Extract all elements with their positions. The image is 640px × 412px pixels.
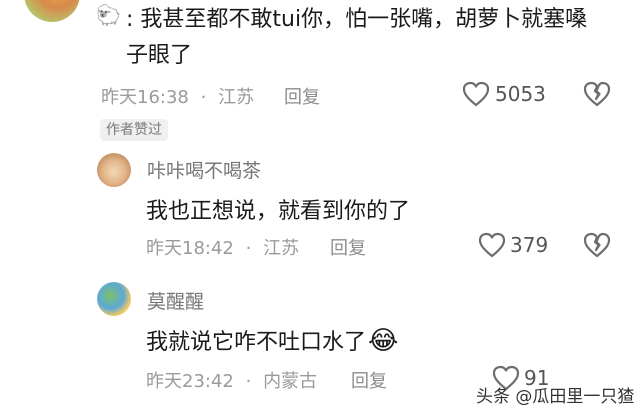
like-button[interactable] — [462, 81, 490, 107]
broken-heart-icon — [583, 81, 611, 107]
comment-location: 江苏 — [218, 87, 255, 108]
like-count: 379 — [510, 233, 549, 257]
comment-time: 昨天16:38 — [101, 87, 189, 108]
comment-meta: 昨天18:42 · 江苏 — [146, 238, 300, 259]
like-button[interactable] — [478, 232, 506, 258]
comment-location: 内蒙古 — [263, 371, 318, 392]
comment-time: 昨天23:42 — [146, 371, 234, 392]
sheep-icon: 🐑 — [96, 3, 121, 27]
heart-icon — [478, 232, 506, 258]
comment-time: 昨天18:42 — [146, 238, 234, 259]
like-count: 5053 — [495, 82, 546, 106]
comment-location: 江苏 — [263, 238, 300, 259]
username[interactable]: 莫醒醒 — [147, 287, 204, 314]
comment-meta: 昨天16:38 · 江苏 — [101, 87, 255, 108]
avatar[interactable] — [24, 0, 80, 22]
reply-button[interactable]: 回复 — [351, 367, 387, 393]
broken-heart-icon — [583, 232, 611, 258]
avatar[interactable] — [97, 153, 131, 187]
dislike-button[interactable] — [583, 232, 611, 258]
dislike-button[interactable] — [583, 81, 611, 107]
reply-button[interactable]: 回复 — [330, 234, 366, 260]
laughing-emoji: 😂 — [368, 326, 399, 356]
comment-text: 我就说它咋不吐口水了😂 — [146, 326, 399, 356]
author-liked-badge: 作者赞过 — [100, 119, 168, 141]
heart-icon — [462, 81, 490, 107]
watermark: 头条 @瓜田里一只猹 — [476, 387, 635, 407]
comment-text: : 我甚至都不敢tui你，怕一张嘴，胡萝卜就塞嗓子眼了 — [126, 7, 588, 68]
comment-meta: 昨天23:42 · 内蒙古 — [146, 371, 318, 392]
avatar[interactable] — [97, 282, 131, 316]
username[interactable]: 咔咔喝不喝茶 — [147, 156, 261, 183]
comment-text: 我也正想说，就看到你的了 — [146, 199, 411, 224]
reply-button[interactable]: 回复 — [284, 83, 320, 109]
